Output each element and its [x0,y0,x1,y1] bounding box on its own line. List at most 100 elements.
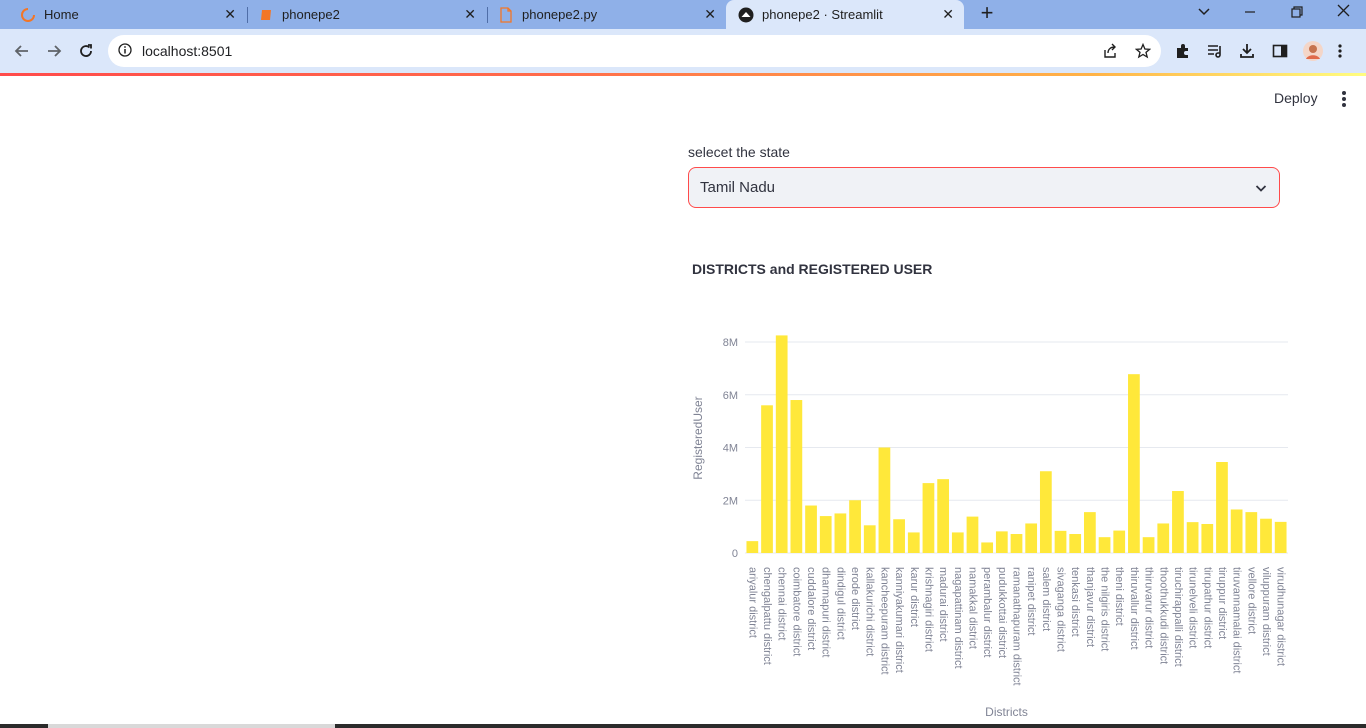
tab-strip: Home ✕ phonepe2 ✕ phonepe2.py ✕ phonepe2… [0,0,1366,29]
close-icon[interactable]: ✕ [704,7,716,21]
address-bar[interactable]: localhost:8501 [108,35,1161,67]
x-tick-label: theni district [1113,567,1125,626]
bar [834,513,847,553]
bar [951,532,964,553]
bar [922,483,935,553]
x-tick-label: thoothukkudi district [1157,567,1169,664]
chart-title: DISTRICTS and REGISTERED USER [692,261,933,277]
profile-avatar[interactable] [1303,41,1323,66]
bar [1142,537,1155,553]
x-tick-label: chengalpattu district [761,567,773,665]
url-text: localhost:8501 [142,43,233,59]
x-tick-label: viluppuram district [1260,567,1272,656]
x-tick-label: krishnagiri district [922,567,934,652]
bar [1113,530,1126,553]
y-tick-label: 8M [723,337,738,349]
bar [995,531,1008,553]
scrollbar-thumb[interactable] [48,724,335,728]
deploy-button[interactable]: Deploy [1268,88,1324,108]
x-tick-label: tirupathur district [1201,567,1213,648]
main-menu-icon[interactable] [1336,89,1352,109]
bar [893,519,905,553]
x-tick-label: dindigul district [834,567,846,640]
bar [863,525,876,553]
minimize-icon[interactable] [1244,2,1256,25]
y-tick-label: 2M [723,495,738,507]
y-tick-label: 4M [723,443,738,455]
close-icon[interactable]: ✕ [942,7,954,21]
x-axis-label: Districts [985,705,1028,719]
bar [761,405,773,553]
x-tick-label: nagapattinam district [952,567,964,669]
tab-phonepe2-streamlit[interactable]: phonepe2 · Streamlit ✕ [726,0,964,29]
x-tick-label: perambalur district [981,567,993,657]
x-tick-label: ariyalur district [746,567,758,638]
reading-list-icon[interactable] [1207,43,1224,64]
bar [1010,534,1023,553]
x-tick-label: ramanathapuram district [1011,567,1023,686]
state-select[interactable]: Tamil Nadu [688,167,1280,208]
x-tick-label: kallakurichi district [864,567,876,656]
x-tick-label: erode district [849,567,861,630]
bar [1245,512,1258,553]
x-tick-label: thanjavur district [1084,567,1096,647]
bar [937,479,949,553]
restore-icon[interactable] [1291,5,1303,21]
x-tick-label: chennai district [776,567,788,640]
close-icon[interactable]: ✕ [224,7,236,21]
tab-title: phonepe2 [282,7,340,22]
close-icon[interactable]: ✕ [464,7,476,21]
tab-title: Home [44,7,79,22]
close-window-icon[interactable] [1337,4,1350,20]
forward-icon[interactable] [42,39,66,63]
side-panel-icon[interactable] [1272,43,1288,64]
bar [907,532,920,553]
y-tick-label: 6M [723,390,738,402]
y-axis-label: RegisteredUser [691,396,705,479]
bar [1084,512,1096,553]
tab-home[interactable]: Home ✕ [0,0,246,29]
x-tick-label: thiruvarur district [1143,567,1155,648]
x-tick-label: tirunelveli district [1187,567,1199,648]
x-tick-label: dharmapuri district [820,567,832,657]
chevron-down-icon[interactable] [1255,181,1267,199]
back-icon[interactable] [10,39,34,63]
bar [1054,530,1067,553]
x-tick-label: karur district [908,567,920,627]
bar [1157,523,1170,553]
extensions-icon[interactable] [1175,43,1191,64]
tab-title: phonepe2.py [522,7,598,22]
streamlit-top-decoration [0,73,1366,76]
bar [1274,521,1287,553]
state-select-value: Tamil Nadu [700,179,776,196]
tab-title: phonepe2 · Streamlit [762,7,883,22]
bar [1260,518,1272,553]
bar [1039,471,1052,553]
x-tick-label: pudukkottai district [996,567,1008,658]
tab-search-icon[interactable] [1198,4,1210,20]
browser-menu-icon[interactable] [1337,43,1343,64]
tab-phonepe2-py[interactable]: phonepe2.py ✕ [478,0,726,29]
bar [1128,374,1140,553]
new-tab-button[interactable]: + [976,2,998,25]
streamlit-loading-icon [20,7,36,23]
registered-users-bar-chart: 0 2M 4M 6M 8M RegisteredUser ariyalur district… [691,335,1288,719]
x-tick-label: the nilgiris district [1099,567,1111,651]
bar [1098,537,1111,553]
bar [981,542,994,553]
bookmark-star-icon[interactable] [1134,42,1152,64]
tab-phonepe2[interactable]: phonepe2 ✕ [238,0,486,29]
bar [1201,523,1214,553]
reload-icon[interactable] [74,39,98,63]
download-icon[interactable] [1239,43,1255,64]
horizontal-scrollbar[interactable] [0,724,1366,728]
streamlit-icon [738,7,754,23]
share-icon[interactable] [1102,43,1118,64]
x-tick-label: coimbatore district [790,567,802,656]
x-tick-label: thiruvallur district [1128,567,1140,650]
x-tick-label: kancheepuram district [878,567,890,675]
x-tick-label: madurai district [937,567,949,642]
bar [790,400,803,553]
site-info-icon[interactable] [118,43,132,62]
bar [805,505,817,553]
